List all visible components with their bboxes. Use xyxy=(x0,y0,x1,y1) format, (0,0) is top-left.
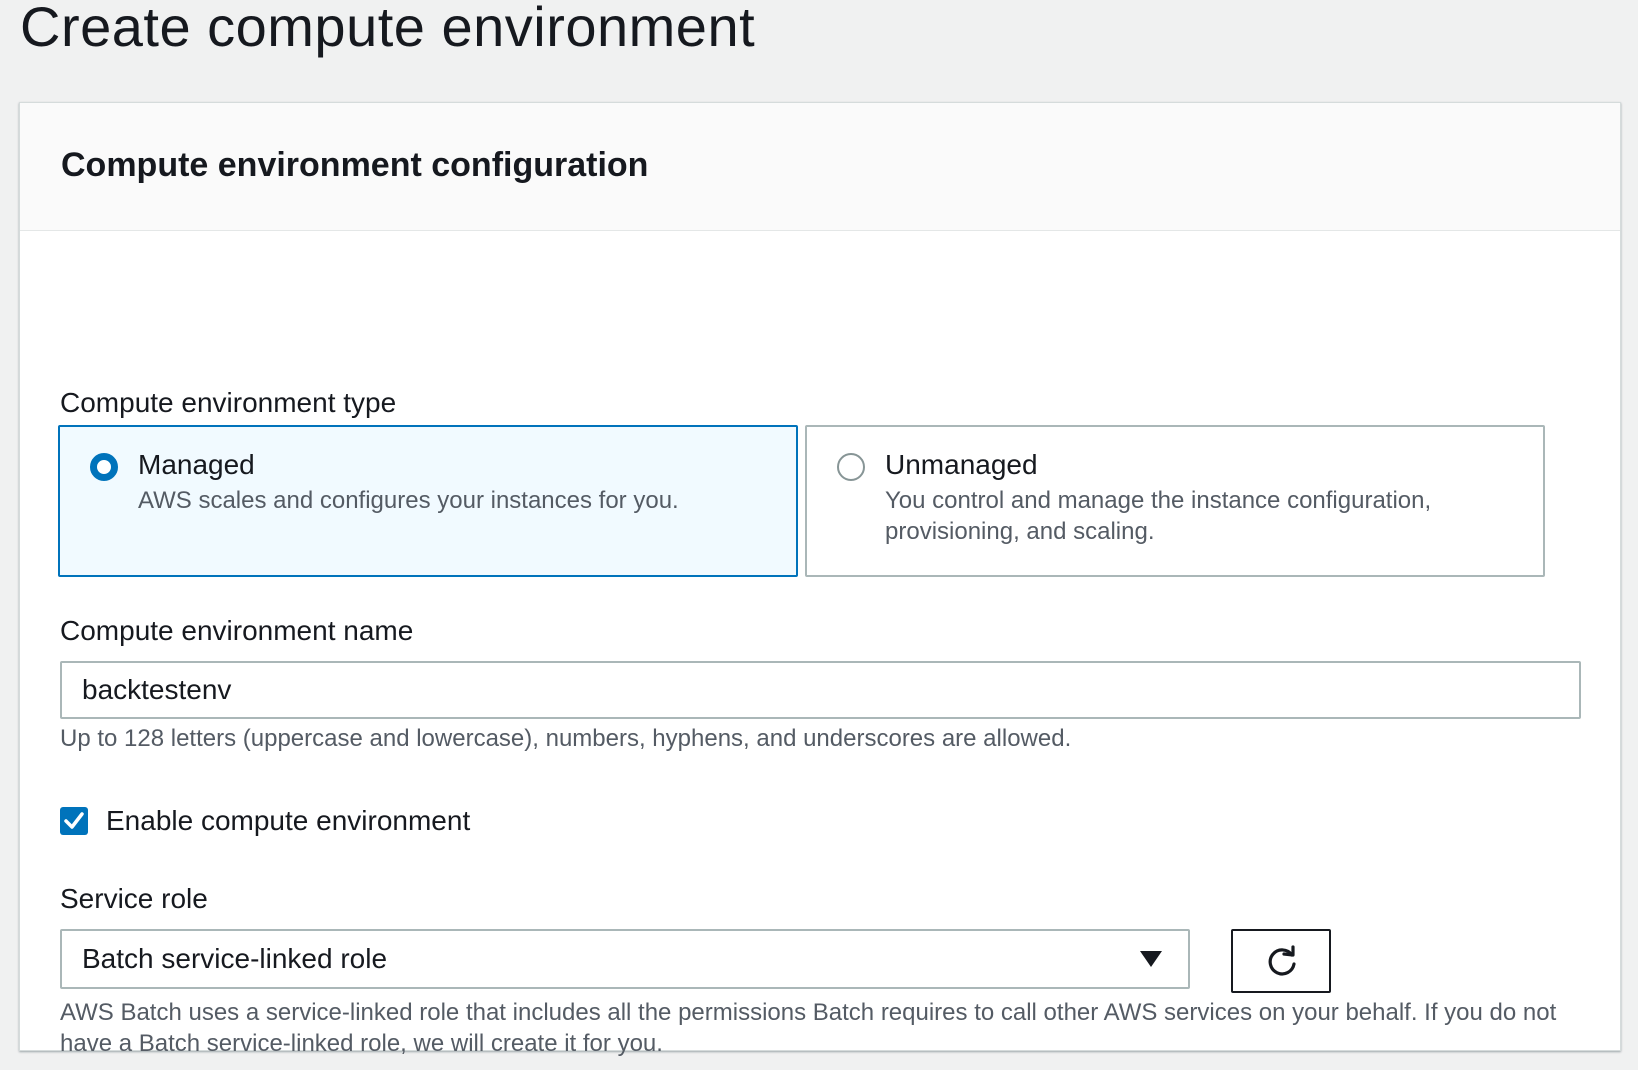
env-name-input[interactable]: backtestenv xyxy=(60,661,1581,719)
service-role-selected-value: Batch service-linked role xyxy=(82,943,388,974)
radio-unselected-icon[interactable] xyxy=(837,453,865,481)
option-title: Unmanaged xyxy=(885,449,1038,480)
option-description: You control and manage the instance conf… xyxy=(885,487,1432,545)
check-icon xyxy=(64,812,84,829)
env-type-option-managed[interactable]: Managed AWS scales and configures your i… xyxy=(58,425,798,577)
env-type-option-unmanaged[interactable]: Unmanaged You control and manage the ins… xyxy=(805,425,1545,577)
refresh-button[interactable] xyxy=(1231,929,1331,993)
env-type-label: Compute environment type xyxy=(60,387,397,418)
radio-selected-icon[interactable] xyxy=(90,453,118,481)
compute-environment-configuration-panel: Compute environment configuration Comput… xyxy=(19,102,1621,1057)
service-role-hint: AWS Batch uses a service-linked role tha… xyxy=(60,999,1557,1057)
refresh-icon xyxy=(1268,945,1296,976)
panel-heading: Compute environment configuration xyxy=(61,146,649,184)
caret-down-icon xyxy=(1140,951,1162,967)
service-role-label: Service role xyxy=(60,883,208,914)
enable-checkbox[interactable] xyxy=(60,807,88,835)
env-name-label: Compute environment name xyxy=(60,615,414,646)
option-description: AWS scales and configures your instances… xyxy=(138,487,679,514)
enable-checkbox-label[interactable]: Enable compute environment xyxy=(106,803,470,839)
service-role-select[interactable]: Batch service-linked role xyxy=(60,929,1190,989)
option-title: Managed xyxy=(138,449,255,480)
page-title: Create compute environment xyxy=(20,0,756,58)
panel-header: Compute environment configuration xyxy=(20,103,1620,231)
env-name-hint: Up to 128 letters (uppercase and lowerca… xyxy=(60,725,1072,752)
